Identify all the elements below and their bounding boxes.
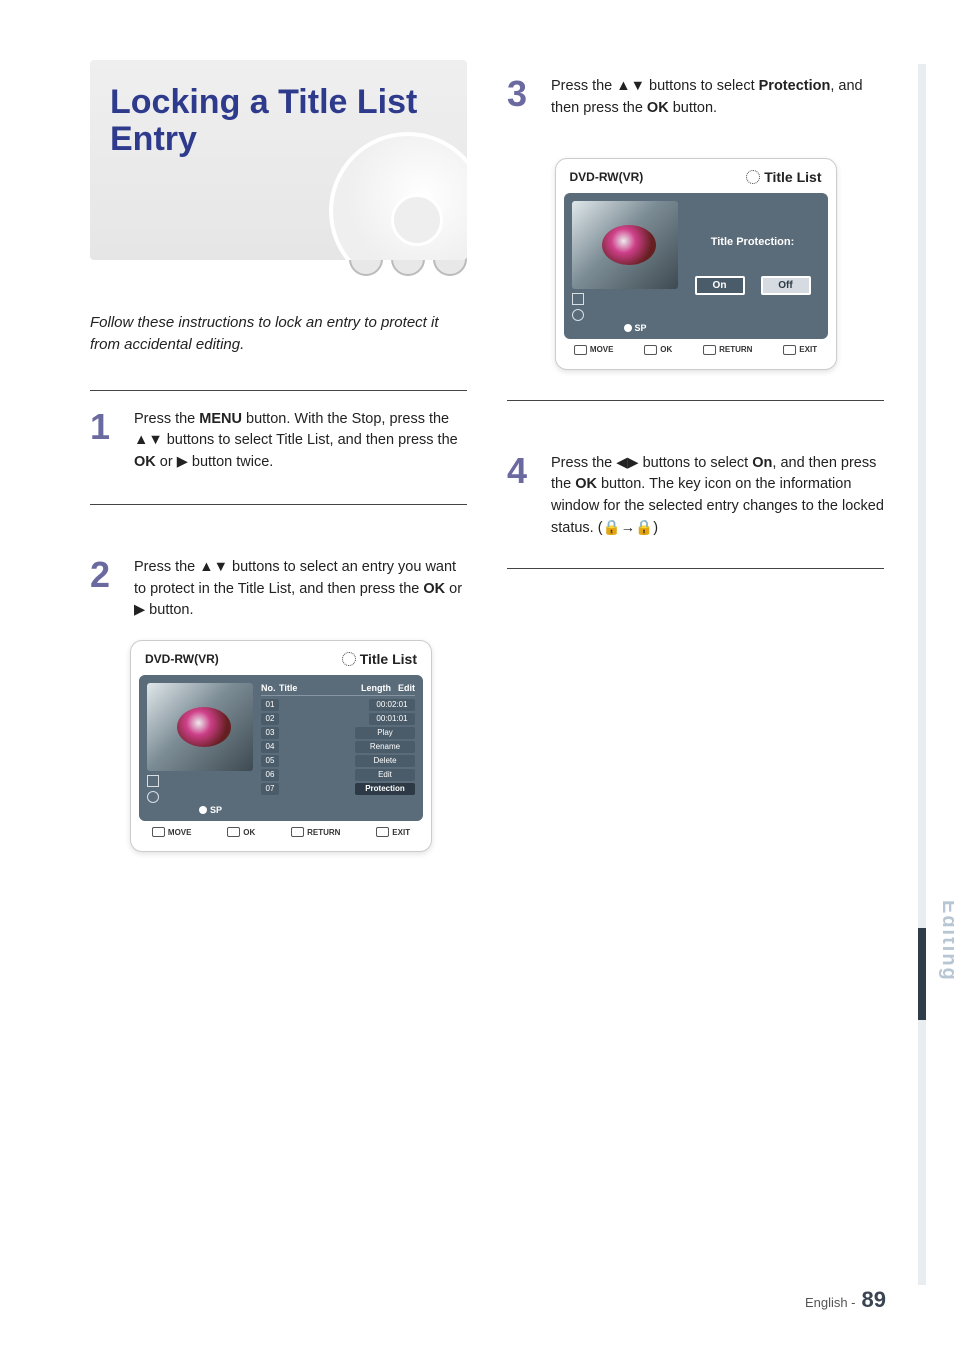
osd-thumb-meta [147,775,253,787]
osd-list-rows: 0100:02:01 0200:01:01 03Play 04Rename 05… [261,698,415,796]
exit-key-icon [376,827,389,837]
return-key-icon [703,345,716,355]
page-side-rule [918,64,926,1285]
osd-section-label: Title List [342,651,417,667]
osd-disc-mode: DVD-RW(VR) [145,652,219,666]
step-number: 4 [507,453,539,540]
disc-dot-icon [624,324,632,332]
osd-section-label: Title List [746,169,821,185]
table-row: 03Play [261,726,415,740]
step-number: 1 [90,409,122,474]
osd-title-list: DVD-RW(VR) Title List [130,640,432,852]
step-3: 3 Press the ▲▼ buttons to select Protect… [507,76,884,120]
osd-disc-mode: DVD-RW(VR) [570,170,644,184]
disc-icon [342,652,356,666]
disc-icon [746,170,760,184]
disc-dot-icon [199,806,207,814]
step-number: 3 [507,76,539,120]
ok-key-icon [644,345,657,355]
table-row: 0200:01:01 [261,712,415,726]
osd-list-header: No. Title Length Edit [261,683,415,696]
intro-paragraph: Follow these instructions to lock an ent… [90,312,467,356]
page-title: Locking a Title List Entry [110,84,447,159]
exit-key-icon [783,345,796,355]
table-row: 05Delete [261,754,415,768]
step-1: 1 Press the MENU button. With the Stop, … [90,390,467,474]
osd-footer: MOVE OK RETURN EXIT [139,821,423,843]
title-banner: Locking a Title List Entry [90,60,467,260]
table-row: 04Rename [261,740,415,754]
osd-sp-label: SP [624,323,647,333]
square-icon [572,293,584,305]
step-4: 4 Press the ◀▶ buttons to select On, and… [507,435,884,540]
osd-thumbnail [572,201,678,289]
return-key-icon [291,827,304,837]
osd-sp-label: SP [199,805,222,815]
step-text: Press the ▲▼ buttons to select Protectio… [551,76,884,120]
step-text: Press the ◀▶ buttons to select On, and t… [551,453,884,540]
move-key-icon [574,345,587,355]
square-icon [147,775,159,787]
step-text: Press the MENU button. With the Stop, pr… [134,409,467,474]
lock-icon: 🔒 [635,520,653,536]
section-tab: Editing [937,900,954,982]
osd-footer: MOVE OK RETURN EXIT [564,339,828,361]
osd-thumbnail [147,683,253,771]
clock-icon [572,309,584,321]
footer-note: English - [805,1295,856,1310]
table-row: 07Protection [261,782,415,796]
lock-icon: 🔒 [603,520,621,536]
clock-icon [147,791,159,803]
protection-off-button[interactable]: Off [761,276,811,295]
page-number: 89 [862,1287,886,1313]
protection-label: Title Protection: [711,236,795,248]
move-key-icon [152,827,165,837]
protection-on-button[interactable]: On [695,276,745,295]
step-text: Press the ▲▼ buttons to select an entry … [134,557,467,622]
table-row: 06Edit [261,768,415,782]
ok-key-icon [227,827,240,837]
step-2: 2 Press the ▲▼ buttons to select an entr… [90,539,467,622]
page-side-rule-marker [918,928,926,1020]
osd-protection: DVD-RW(VR) Title List [555,158,837,370]
table-row: 0100:02:01 [261,698,415,712]
step-number: 2 [90,557,122,622]
